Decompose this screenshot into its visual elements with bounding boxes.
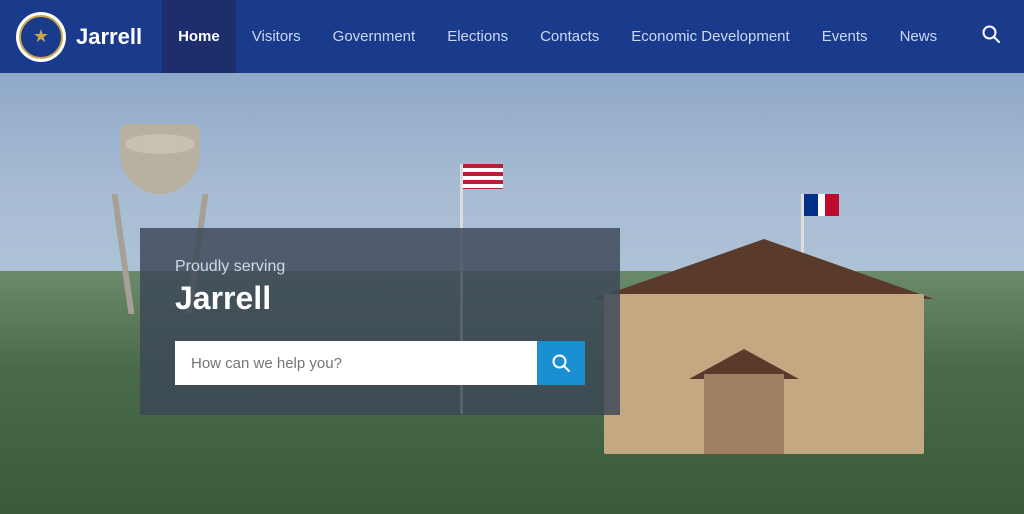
nav-item-government[interactable]: Government [317,0,432,73]
nav-item-visitors[interactable]: Visitors [236,0,317,73]
water-tower-tank [120,124,200,194]
nav-item-news[interactable]: News [884,0,954,73]
hero-subtitle: Proudly serving [175,258,585,276]
nav-search-button[interactable] [974,17,1008,56]
brand-name: Jarrell [76,24,142,50]
navbar: ★ Jarrell Home Visitors Government Elect… [0,0,1024,73]
hero-title: Jarrell [175,280,585,317]
nav-item-elections[interactable]: Elections [431,0,524,73]
search-icon [552,354,570,372]
nav-item-contacts[interactable]: Contacts [524,0,615,73]
hero-search-input[interactable] [175,341,537,385]
flag-us [463,164,503,189]
search-icon [982,25,1000,43]
nav-item-economic-development[interactable]: Economic Development [615,0,805,73]
nav-item-events[interactable]: Events [806,0,884,73]
logo-inner: ★ [19,15,63,59]
main-nav: Home Visitors Government Elections Conta… [162,0,1008,73]
flag-texas [804,194,839,216]
building-entrance [704,374,784,454]
hero-search-bar [175,341,585,385]
hero-overlay: Proudly serving Jarrell [140,228,620,415]
nav-item-home[interactable]: Home [162,0,236,73]
brand-logo-link[interactable]: ★ Jarrell [16,12,142,62]
hero-search-button[interactable] [537,341,585,385]
logo-circle: ★ [16,12,66,62]
star-icon: ★ [33,26,49,47]
hero-section: Proudly serving Jarrell [0,73,1024,514]
